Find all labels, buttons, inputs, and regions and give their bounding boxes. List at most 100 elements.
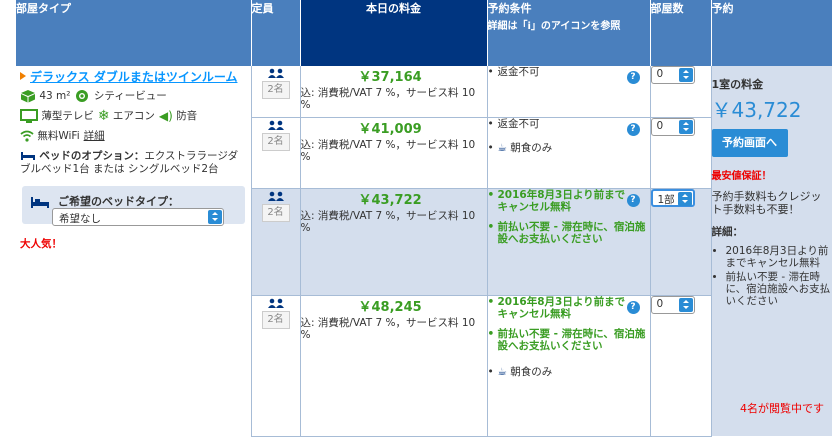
condition-item: 前払い不要 - 滞在時に、宿泊施設へお支払いください: [488, 221, 650, 245]
detail-list: 2016年8月3日より前までキャンセル無料 前払い不要 - 滞在時に、宿泊施設へ…: [712, 245, 832, 307]
occupancy-badge: 2名: [262, 133, 290, 151]
speaker-icon: ◀): [159, 108, 173, 124]
select-arrows-icon: [679, 68, 693, 82]
facilities-3: 無料WiFi 詳細: [20, 128, 247, 144]
header-today-price: 本日の料金: [300, 0, 487, 66]
fee-note: 予約手数料もクレジット手数料も不要！: [712, 190, 832, 216]
bed-option-label: ベッドのオプション：: [39, 150, 144, 162]
bed-pref-label: ご希望のベッドタイプ：: [58, 195, 179, 208]
select-arrows-icon: [679, 298, 693, 312]
occupancy: 2名: [251, 188, 300, 295]
qty-cell: 1部: [650, 188, 711, 295]
occupancy: 2名: [251, 117, 300, 188]
details-link[interactable]: 詳細: [84, 128, 105, 144]
header-conditions-title: 予約条件: [488, 2, 532, 15]
select-arrows-icon: [678, 192, 692, 206]
room-table: 部屋タイプ 定員 本日の料金 予約条件詳細は「i」のアイコンを参照 部屋数 予約…: [16, 0, 832, 437]
room-qty-select[interactable]: 0: [651, 118, 695, 136]
cube-icon: [20, 89, 36, 103]
tv-icon: [20, 109, 38, 123]
list-item: 前払い不要 - 滞在時に、宿泊施設へお支払いください: [726, 271, 832, 307]
price-cell: ￥41,009 込: 消費税/VAT 7 %，サービス料 10 %: [300, 117, 487, 188]
popular-badge: 大人気！: [20, 236, 251, 251]
tax-info: 込: 消費税/VAT 7 %，サービス料 10 %: [301, 139, 487, 163]
booking-panel: 1室の料金 ￥43,722 予約画面へ 最安値保証！ 予約手数料もクレジット手数…: [711, 66, 832, 436]
conditions-cell: ? 返金不可 ☕ 朝食のみ: [487, 117, 650, 188]
wifi-icon: [20, 130, 34, 142]
header-conditions: 予約条件詳細は「i」のアイコンを参照: [487, 0, 650, 66]
book-button[interactable]: 予約画面へ: [712, 129, 788, 157]
room-info: デラックス ダブルまたはツインルーム 43 m² シティービュー 薄型テレビ ❄…: [16, 66, 251, 436]
facilities-2: 薄型テレビ ❄ エアコン ◀) 防音: [20, 108, 247, 124]
cup-icon: ☕: [498, 366, 507, 378]
breakfast-item: ☕ 朝食のみ: [488, 142, 650, 154]
facilities: 43 m² シティービュー: [20, 88, 247, 104]
condition-item: 2016年8月3日より前までキャンセル無料: [488, 189, 650, 213]
room-soundproof: ◀) 防音: [159, 108, 197, 124]
header-conditions-sub: 詳細は「i」のアイコンを参照: [488, 17, 650, 32]
price-cell: ￥43,722 込: 消費税/VAT 7 %，サービス料 10 %: [300, 188, 487, 295]
persons-icon: [267, 120, 285, 130]
price: ￥37,164: [359, 66, 487, 85]
price-label: 1室の料金: [712, 76, 832, 92]
room-name-link[interactable]: デラックス ダブルまたはツインルーム: [30, 70, 245, 84]
select-arrows-icon: [679, 120, 693, 134]
room-wifi: 無料WiFi: [20, 128, 80, 144]
room-ac: ❄ エアコン: [98, 108, 155, 124]
persons-icon: [267, 298, 285, 308]
condition-item: 前払い不要 - 滞在時に、宿泊施設へお支払いください: [488, 328, 650, 352]
price: ￥43,722: [359, 189, 487, 208]
header-room-type: 部屋タイプ: [16, 0, 251, 66]
conditions-cell: ? 2016年8月3日より前までキャンセル無料 前払い不要 - 滞在時に、宿泊施…: [487, 188, 650, 295]
condition-item: 返金不可: [488, 118, 650, 130]
qty-cell: 0: [650, 66, 711, 117]
list-item: 2016年8月3日より前までキャンセル無料: [726, 245, 832, 269]
details-label: 詳細：: [712, 224, 832, 239]
occupancy: 2名: [251, 66, 300, 117]
price: ￥48,245: [359, 296, 487, 315]
cup-icon: ☕: [498, 142, 507, 154]
table-header: 部屋タイプ 定員 本日の料金 予約条件詳細は「i」のアイコンを参照 部屋数 予約: [16, 0, 832, 66]
header-capacity: 定員: [251, 0, 300, 66]
price: ￥41,009: [359, 118, 487, 137]
conditions-cell: ? 2016年8月3日より前までキャンセル無料 前払い不要 - 滞在時に、宿泊施…: [487, 295, 650, 436]
conditions-cell: ? 返金不可: [487, 66, 650, 117]
bed-preference: ご希望のベッドタイプ： 希望なし: [22, 186, 245, 224]
room-qty-select[interactable]: 0: [651, 296, 695, 314]
bed-icon: [30, 195, 50, 209]
room-qty-select[interactable]: 0: [651, 66, 695, 84]
price-guarantee: 最安値保証！: [712, 167, 832, 182]
tax-info: 込: 消費税/VAT 7 %，サービス料 10 %: [301, 210, 487, 234]
bed-icon: [20, 151, 36, 161]
occupancy-badge: 2名: [262, 311, 290, 329]
occupancy: 2名: [251, 295, 300, 436]
room-size: 43 m²: [20, 88, 70, 104]
viewing-count: 4名が閲覧中です: [740, 400, 824, 416]
tax-info: 込: 消費税/VAT 7 %，サービス料 10 %: [301, 87, 487, 111]
room-qty-select[interactable]: 1部: [651, 189, 695, 207]
header-booking: 予約: [711, 0, 832, 66]
condition-item: 2016年8月3日より前までキャンセル無料: [488, 296, 650, 320]
persons-icon: [267, 191, 285, 201]
room-view: シティービュー: [74, 88, 166, 104]
occupancy-badge: 2名: [262, 204, 290, 222]
breakfast-item: ☕ 朝食のみ: [488, 366, 650, 378]
header-room-count: 部屋数: [650, 0, 711, 66]
room-tv: 薄型テレビ: [20, 108, 94, 124]
persons-icon: [267, 68, 285, 78]
eye-icon: [74, 89, 90, 103]
arrow-icon: [20, 72, 26, 80]
snowflake-icon: ❄: [98, 108, 110, 124]
condition-item: 返金不可: [488, 66, 650, 78]
total-price: ￥43,722: [712, 94, 832, 123]
select-arrows-icon: [208, 210, 222, 224]
price-cell: ￥48,245 込: 消費税/VAT 7 %，サービス料 10 %: [300, 295, 487, 436]
qty-cell: 0: [650, 117, 711, 188]
price-cell: ￥37,164 込: 消費税/VAT 7 %，サービス料 10 %: [300, 66, 487, 117]
qty-cell: 0: [650, 295, 711, 436]
table-row: デラックス ダブルまたはツインルーム 43 m² シティービュー 薄型テレビ ❄…: [16, 66, 832, 117]
bed-options: ベッドのオプション：エクストララージダブルベッド1台 または シングルベッド2台: [20, 150, 247, 176]
bed-type-select[interactable]: 希望なし: [52, 208, 224, 226]
occupancy-badge: 2名: [262, 81, 290, 99]
tax-info: 込: 消費税/VAT 7 %，サービス料 10 %: [301, 317, 487, 341]
